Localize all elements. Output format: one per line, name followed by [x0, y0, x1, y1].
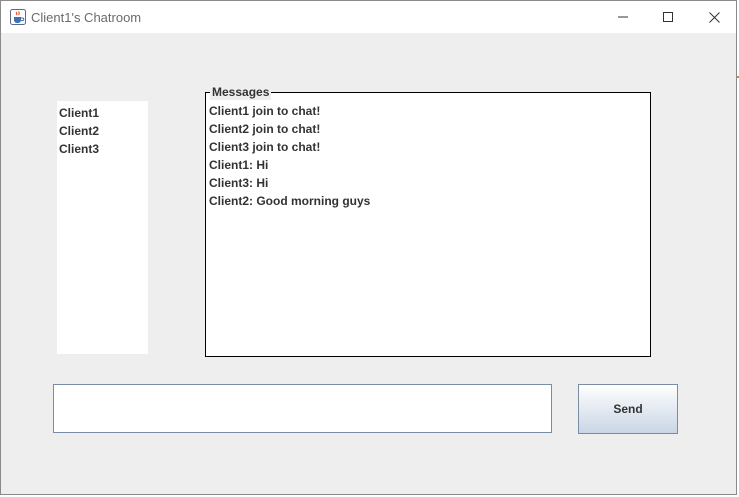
message-line: Client3: Hi: [209, 176, 269, 190]
message-line: Client1: Hi: [209, 158, 269, 172]
message-line: Client2 join to chat!: [209, 122, 321, 136]
maximize-icon: [663, 12, 673, 22]
client-list-item[interactable]: Client2: [57, 122, 148, 140]
title-bar[interactable]: Client1's Chatroom: [1, 1, 736, 33]
close-button[interactable]: [691, 1, 737, 33]
client-list-item[interactable]: Client3: [57, 140, 148, 158]
close-icon: [708, 11, 720, 23]
client-list-item[interactable]: Client1: [57, 104, 148, 122]
minimize-button[interactable]: [600, 1, 646, 33]
chat-window: Client1's Chatroom Client1 Client2 Clien…: [0, 0, 737, 495]
send-button[interactable]: Send: [578, 384, 678, 434]
messages-legend: Messages: [210, 85, 272, 100]
minimize-icon: [618, 12, 628, 22]
java-coffee-cup-icon: [10, 9, 26, 25]
message-line: Client3 join to chat!: [209, 140, 321, 154]
messages-panel: Client1 join to chat! Client2 join to ch…: [205, 85, 651, 357]
message-line: Client1 join to chat!: [209, 104, 321, 118]
maximize-button[interactable]: [645, 1, 691, 33]
message-line: Client2: Good morning guys: [209, 194, 371, 208]
client-list[interactable]: Client1 Client2 Client3: [57, 101, 148, 354]
window-title: Client1's Chatroom: [31, 10, 142, 25]
messages-area[interactable]: Client1 join to chat! Client2 join to ch…: [207, 101, 649, 355]
message-input[interactable]: [53, 384, 552, 433]
